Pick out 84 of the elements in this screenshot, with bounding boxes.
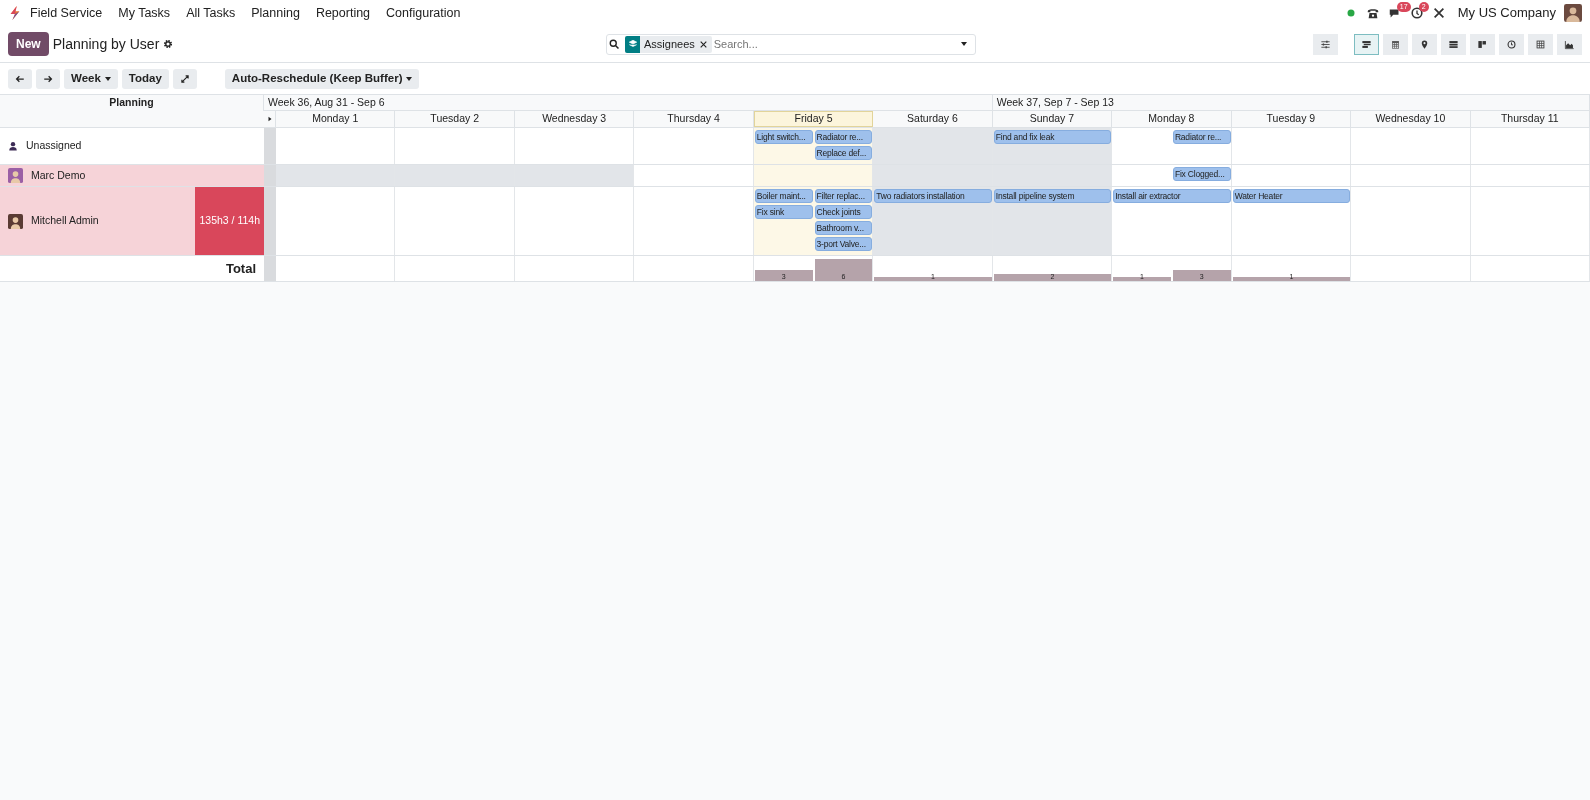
task-pill[interactable]: Two radiators installation — [874, 189, 992, 203]
arrow-left-icon — [15, 73, 25, 84]
week-header: Week 37, Sep 7 - Sep 13 — [992, 95, 1590, 111]
gear-icon[interactable] — [163, 39, 174, 49]
next-button[interactable] — [36, 68, 60, 89]
map-pin-icon — [1419, 38, 1430, 50]
task-pill[interactable]: Install air extractor — [1113, 189, 1231, 203]
capacity-badge: 135h3 / 114h — [195, 187, 264, 255]
new-button[interactable]: New — [8, 32, 49, 56]
kanban-icon — [1477, 38, 1488, 50]
pivot-grid-icon — [1535, 38, 1546, 50]
task-pill[interactable]: 3-port Valve... — [814, 237, 873, 251]
expand-button[interactable] — [172, 68, 197, 89]
task-pill[interactable]: Bathroom v... — [814, 221, 873, 235]
reschedule-dropdown[interactable]: Auto-Reschedule (Keep Buffer) — [224, 68, 420, 89]
expand-caret-icon[interactable] — [266, 115, 273, 123]
row-name: Unassigned — [26, 138, 82, 154]
area-chart-icon — [1564, 38, 1575, 50]
clock-icon — [1506, 38, 1517, 50]
view-button[interactable] — [1557, 33, 1582, 55]
person-icon — [8, 141, 18, 151]
day-header: Wednesday 10 — [1351, 111, 1471, 127]
view-button[interactable] — [1441, 33, 1466, 55]
task-pill[interactable]: Water Heater — [1232, 189, 1351, 203]
filter-toggle-button[interactable] — [1313, 33, 1338, 55]
day-header: Thursday 4 — [634, 111, 754, 127]
column-header: Planning — [0, 95, 264, 111]
row-name: Mitchell Admin — [31, 213, 99, 229]
expand-icon — [179, 73, 190, 84]
avatar-icon[interactable] — [1564, 4, 1582, 22]
menu-item[interactable]: Planning — [251, 3, 300, 23]
close-icon[interactable] — [698, 39, 708, 49]
task-pill[interactable]: Check joints — [814, 205, 873, 219]
task-pill[interactable]: Boiler maint... — [754, 189, 813, 203]
logo-icon — [8, 5, 22, 21]
task-pill[interactable]: Install pipeline system — [993, 189, 1112, 203]
search-field[interactable]: Assignees Search... — [606, 33, 976, 55]
scale-dropdown[interactable]: Week — [64, 68, 118, 89]
task-pill[interactable]: Fix sink — [754, 205, 813, 219]
tools-icon[interactable] — [1431, 6, 1446, 20]
dropdown-caret-icon[interactable] — [961, 42, 967, 46]
day-header: Monday 1 — [276, 111, 396, 127]
task-pill[interactable]: Replace def... — [814, 146, 873, 160]
view-button[interactable] — [1499, 33, 1524, 55]
view-button[interactable] — [1470, 33, 1495, 55]
gantt-icon — [1361, 38, 1372, 50]
sliders-icon — [1320, 38, 1331, 50]
day-header: Tuesday 2 — [395, 111, 515, 127]
task-pill[interactable]: Light switch... — [754, 130, 813, 144]
view-button[interactable] — [1354, 33, 1379, 55]
day-header: Monday 8 — [1112, 111, 1232, 127]
company-name[interactable]: My US Company — [1457, 3, 1556, 23]
filter-facet[interactable]: Assignees — [625, 35, 712, 53]
view-button[interactable] — [1383, 33, 1408, 55]
menu-item[interactable]: Configuration — [386, 3, 461, 23]
list-icon — [1448, 38, 1459, 50]
task-pill[interactable]: Fix Clogged... — [1172, 167, 1231, 181]
layers-icon — [627, 39, 638, 49]
task-pill[interactable]: Radiator re... — [814, 130, 873, 144]
menu-item[interactable]: All Tasks — [186, 3, 236, 23]
clock-icon[interactable] — [1409, 6, 1424, 20]
row-name: Marc Demo — [31, 167, 86, 183]
phone-icon[interactable] — [1365, 6, 1380, 20]
view-button[interactable] — [1528, 33, 1553, 55]
task-pill[interactable]: Find and fix leak — [993, 130, 1112, 144]
day-header: Wednesday 3 — [514, 111, 635, 127]
app-name[interactable]: Field Service — [30, 3, 103, 23]
day-header: Tuesday 9 — [1231, 111, 1352, 127]
task-pill[interactable]: Radiator re... — [1172, 130, 1231, 144]
menu-item[interactable]: My Tasks — [118, 3, 171, 23]
day-header: Thursday 11 — [1470, 111, 1590, 127]
menu-item[interactable]: Reporting — [315, 3, 371, 23]
view-button[interactable] — [1412, 33, 1437, 55]
day-header: Saturday 6 — [873, 111, 993, 127]
day-header: Friday 5 — [753, 111, 874, 127]
day-header: Sunday 7 — [992, 111, 1113, 127]
arrow-right-icon — [43, 73, 53, 84]
today-button[interactable]: Today — [121, 68, 169, 89]
calendar-icon — [1390, 38, 1401, 50]
search-icon — [607, 38, 621, 50]
page-title: Planning by User — [52, 34, 160, 54]
previous-button[interactable] — [8, 68, 32, 89]
task-pill[interactable]: Filter replac... — [814, 189, 873, 203]
total-label: Total — [225, 259, 256, 278]
